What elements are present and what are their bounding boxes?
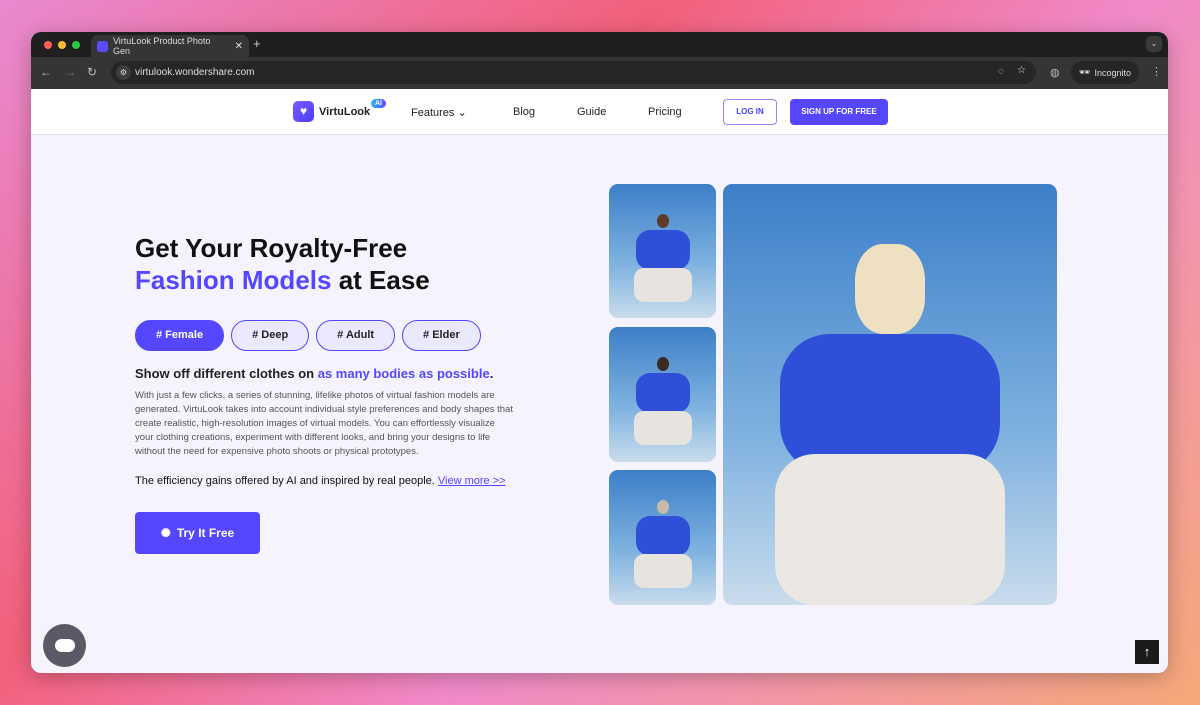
- tab-search-icon[interactable]: ⌄: [1146, 36, 1162, 52]
- login-button[interactable]: LOG IN: [723, 99, 777, 125]
- close-tab-icon[interactable]: ✕: [235, 41, 243, 52]
- ai-badge: AI: [371, 99, 386, 108]
- efficiency-line: The efficiency gains offered by AI and i…: [135, 475, 506, 487]
- sparkle-icon: ✺: [160, 526, 171, 540]
- model-photo-main: [723, 184, 1057, 605]
- back-icon[interactable]: ←: [40, 65, 52, 79]
- logo[interactable]: ♥ VirtuLook AI: [293, 99, 386, 122]
- browser-tab[interactable]: VirtuLook Product Photo Gen ✕: [91, 35, 249, 57]
- chat-button[interactable]: [43, 624, 86, 667]
- minimize-window-button[interactable]: [58, 41, 66, 49]
- reload-icon[interactable]: ↻: [87, 65, 97, 79]
- nav-blog[interactable]: Blog: [513, 106, 535, 118]
- try-label: Try It Free: [176, 526, 235, 540]
- address-toolbar: ← → ↻ ⚙ virtulook.wondershare.com ◌ ☆ ◍ 🕶…: [31, 57, 1168, 89]
- title-rest: at Ease: [331, 265, 430, 295]
- scroll-to-top-button[interactable]: ↑: [1135, 640, 1159, 664]
- nav-pricing[interactable]: Pricing: [648, 106, 682, 118]
- model-photo-female[interactable]: [609, 184, 716, 318]
- try-it-free-button[interactable]: ✺ Try It Free: [135, 512, 260, 554]
- subtitle-end: .: [489, 366, 494, 381]
- forward-icon[interactable]: →: [64, 65, 76, 79]
- bookmark-star-icon[interactable]: ☆: [1017, 65, 1026, 76]
- maximize-window-button[interactable]: [72, 41, 80, 49]
- view-more-link[interactable]: View more >>: [438, 475, 506, 487]
- nav-guide[interactable]: Guide: [577, 106, 606, 118]
- model-photo-elder[interactable]: [609, 470, 716, 605]
- model-photo-deep[interactable]: [609, 327, 716, 462]
- signup-button[interactable]: SIGN UP FOR FREE: [790, 99, 888, 125]
- incognito-badge[interactable]: 🕶 Incognito: [1071, 61, 1139, 84]
- efficiency-text: The efficiency gains offered by AI and i…: [135, 475, 438, 487]
- favicon-icon: [97, 40, 108, 52]
- nav-features[interactable]: Features ⌄: [411, 106, 467, 119]
- tag-filters: # Female # Deep # Adult # Elder: [135, 320, 481, 351]
- new-tab-icon[interactable]: +: [253, 36, 261, 51]
- tag-elder[interactable]: # Elder: [402, 320, 481, 351]
- site-info-icon[interactable]: ⚙: [116, 65, 131, 80]
- site-header: ♥ VirtuLook AI Features ⌄ Blog Guide Prici…: [31, 89, 1168, 135]
- chat-bubble-icon: [54, 639, 75, 652]
- title-accent: Fashion Models: [135, 265, 332, 295]
- address-bar[interactable]: ⚙ virtulook.wondershare.com ◌ ☆: [111, 61, 1036, 84]
- hero-subtitle: Show off different clothes on as many bo…: [135, 366, 493, 381]
- tab-title: VirtuLook Product Photo Gen: [112, 36, 211, 56]
- logo-heart-icon: ♥: [293, 101, 314, 122]
- subtitle-plain: Show off different clothes on: [135, 366, 318, 381]
- subtitle-accent: as many bodies as possible: [317, 366, 490, 381]
- incognito-icon: 🕶: [1079, 67, 1091, 77]
- url-text: virtulook.wondershare.com: [135, 67, 255, 78]
- hero-title: Get Your Royalty-Free Fashion Models at E…: [135, 232, 430, 296]
- extension-icon[interactable]: ◍: [1050, 66, 1060, 79]
- close-window-button[interactable]: [44, 41, 52, 49]
- eye-off-icon[interactable]: ◌: [998, 66, 1004, 77]
- tag-adult[interactable]: # Adult: [316, 320, 396, 351]
- title-line1: Get Your Royalty-Free: [135, 233, 408, 263]
- nav-features-label: Features: [411, 107, 455, 119]
- tag-deep[interactable]: # Deep: [231, 320, 310, 351]
- tab-bar: VirtuLook Product Photo Gen ✕ + ⌄: [31, 32, 1168, 57]
- browser-window: VirtuLook Product Photo Gen ✕ + ⌄ ← → ↻ ⚙…: [31, 32, 1168, 673]
- menu-icon[interactable]: ⋮: [1151, 65, 1162, 78]
- brand-name: VirtuLook: [319, 105, 371, 118]
- chevron-down-icon: ⌄: [457, 107, 467, 119]
- incognito-label: Incognito: [1094, 67, 1131, 78]
- hero-description: With just a few clicks, a series of stun…: [135, 390, 513, 457]
- tag-female[interactable]: # Female: [135, 320, 225, 351]
